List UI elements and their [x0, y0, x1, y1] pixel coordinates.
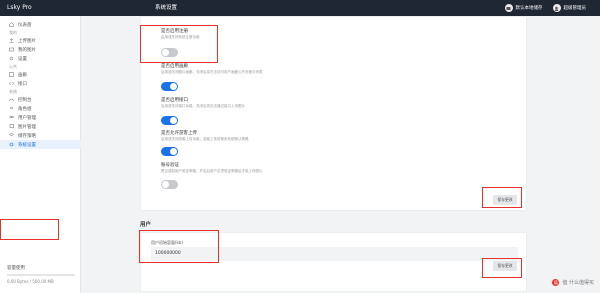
- sidebar-item-label: 我的图片: [18, 47, 36, 53]
- option-label: 是否启用接口: [161, 98, 188, 103]
- sidebar-item[interactable]: 储存策略: [0, 131, 81, 140]
- sidebar-nav: 仪表盘 我的 上传图片我的图片设置 公共 画廊接口 系统 控制台角色组用户管理图片管理储存策…: [0, 20, 81, 149]
- sidebar-item-label: 控制台: [18, 97, 32, 103]
- option-desc: 启用或关闭图片画廊，关闭后将无法访问用户画廊公开页面与列表: [161, 70, 263, 74]
- sidebar-item-label: 仪表盘: [18, 22, 32, 28]
- user-settings-panel: 用户初始容量(kb) 100000000 保存更改: [140, 232, 527, 292]
- option-label: 是否允许游客上传: [161, 131, 197, 136]
- avatar-icon[interactable]: [552, 4, 561, 12]
- page-title: 系统设置: [155, 5, 178, 11]
- gear-icon: [9, 56, 14, 61]
- option-account-verify: 账号验证 是否强制用户验证邮箱，开启后用户必须验证邮箱后才能上传图片: [161, 162, 263, 174]
- option-desc: 启用或关闭系统注册功能: [161, 35, 200, 39]
- option-guest-upload: 是否允许游客上传 启用或关闭游客上传功能，游客上传将使用系统默认策略: [161, 130, 249, 142]
- upload-icon: [9, 38, 14, 43]
- storage-icon: [9, 133, 14, 138]
- sidebar-item[interactable]: 角色组: [0, 104, 81, 113]
- sidebar-item[interactable]: 我的图片: [0, 45, 81, 54]
- sidebar-item[interactable]: 设置: [0, 54, 81, 63]
- user-menu[interactable]: 超级管理员: [564, 5, 587, 11]
- image-icon: [9, 47, 14, 52]
- option-gallery: 是否启用画廊 启用或关闭图片画廊，关闭后将无法访问用户画廊公开页面与列表: [161, 63, 263, 75]
- api-toggle[interactable]: [161, 116, 178, 125]
- sidebar-item-label: 用户管理: [18, 115, 36, 121]
- watermark-text: 值 什么值得买: [562, 280, 594, 286]
- images-icon: [9, 124, 14, 129]
- watermark: 值 值 什么值得买: [552, 279, 594, 286]
- initial-capacity-label: 用户初始容量(kb): [151, 240, 183, 245]
- sidebar-section-label: 我的: [9, 30, 17, 35]
- sidebar: Lsky Pro 仪表盘 我的 上传图片我的图片设置 公共 画廊接口 系统 控制台角色组用户…: [0, 0, 81, 293]
- sidebar-section-label: 系统: [9, 89, 17, 94]
- option-label: 是否启用画廊: [161, 64, 188, 69]
- top-bar: 系统设置 默认本地储存 超级管理员: [81, 0, 600, 16]
- settings-icon: [9, 142, 14, 147]
- section-heading-user: 用户: [140, 222, 152, 228]
- option-label: 是否启用注册: [161, 29, 188, 34]
- gallery-icon: [9, 72, 14, 77]
- option-label: 账号验证: [161, 163, 179, 168]
- storage-value: 0.00 Bytes / 500.00 MB: [7, 279, 54, 284]
- storage-title: 容量使用: [7, 266, 25, 271]
- users-icon: [9, 115, 14, 120]
- brand-logo[interactable]: Lsky Pro: [0, 0, 81, 16]
- sidebar-item-label: 画廊: [18, 72, 27, 78]
- save-button[interactable]: 保存更改: [493, 195, 517, 205]
- sidebar-item-label: 上传图片: [18, 38, 36, 44]
- initial-capacity-input[interactable]: 100000000: [151, 247, 518, 261]
- storage-progress-bar: [7, 274, 75, 276]
- sidebar-item-label: 设置: [18, 56, 27, 62]
- sidebar-item[interactable]: 上传图片: [0, 36, 81, 45]
- sidebar-item[interactable]: 系统设置: [0, 140, 81, 149]
- sidebar-item[interactable]: 画廊: [0, 70, 81, 79]
- sidebar-item[interactable]: 仪表盘: [0, 20, 81, 29]
- sidebar-item[interactable]: 接口: [0, 79, 81, 88]
- storage-usage: 容量使用 0.00 Bytes / 500.00 MB: [7, 265, 75, 284]
- registration-toggle[interactable]: [161, 48, 178, 57]
- sidebar-item[interactable]: 图片管理: [0, 122, 81, 131]
- sidebar-item-label: 角色组: [18, 106, 32, 112]
- option-api: 是否启用接口 启用或关闭接口功能，关闭后将无法通过接口上传图片: [161, 97, 245, 109]
- api-icon: [9, 81, 14, 86]
- gallery-toggle[interactable]: [161, 82, 178, 91]
- guest-upload-toggle[interactable]: [161, 147, 178, 156]
- dashboard-icon: [9, 97, 14, 102]
- sidebar-item-label: 接口: [18, 81, 27, 87]
- sidebar-section-label: 公共: [9, 64, 17, 69]
- option-desc: 启用或关闭游客上传功能，游客上传将使用系统默认策略: [161, 137, 249, 141]
- account-verify-toggle[interactable]: [161, 180, 178, 189]
- sidebar-item[interactable]: 用户管理: [0, 113, 81, 122]
- system-settings-panel: 是否启用注册 启用或关闭系统注册功能 是否启用画廊 启用或关闭图片画廊，关闭后将…: [140, 16, 527, 211]
- option-desc: 启用或关闭接口功能，关闭后将无法通过接口上传图片: [161, 104, 245, 108]
- user-save-button[interactable]: 保存更改: [493, 261, 517, 271]
- group-icon: [9, 106, 14, 111]
- option-registration: 是否启用注册 启用或关闭系统注册功能: [161, 28, 200, 40]
- storage-strategy-icon[interactable]: [504, 4, 513, 12]
- sidebar-item-label: 储存策略: [18, 133, 36, 139]
- sidebar-item-label: 图片管理: [18, 124, 36, 130]
- storage-strategy-button[interactable]: 默认本地储存: [516, 5, 543, 11]
- watermark-logo-icon: 值: [552, 279, 560, 286]
- option-desc: 是否强制用户验证邮箱，开启后用户必须验证邮箱后才能上传图片: [161, 169, 263, 173]
- sidebar-item[interactable]: 控制台: [0, 95, 81, 104]
- home-icon: [9, 22, 14, 27]
- sidebar-item-label: 系统设置: [18, 142, 36, 148]
